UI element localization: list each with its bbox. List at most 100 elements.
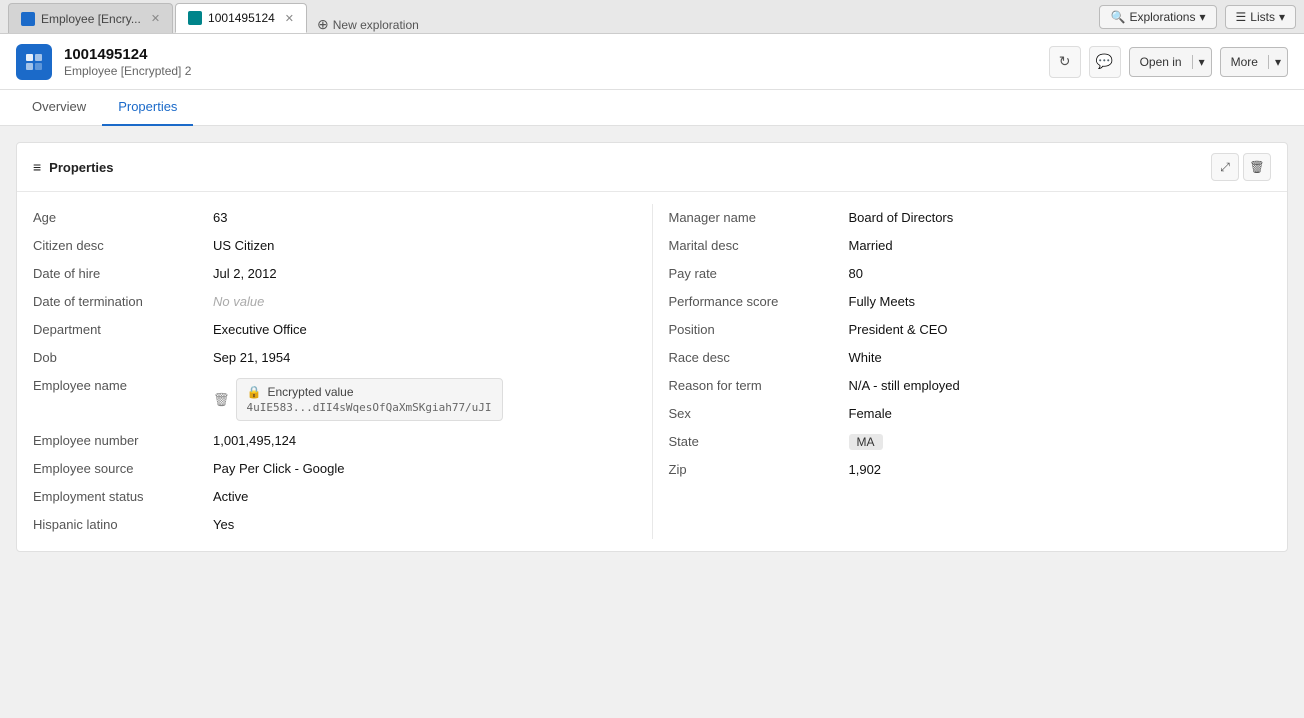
app-icon <box>16 44 52 80</box>
delete-card-button[interactable]: 🗑 <box>1243 153 1271 181</box>
prop-age: Age 63 <box>33 204 636 232</box>
prop-date-termination: Date of termination No value <box>33 288 636 316</box>
header-title: 1001495124 <box>64 46 191 63</box>
prop-label-manager-name: Manager name <box>669 210 849 225</box>
prop-value-reason-term: N/A - still employed <box>849 378 1272 393</box>
expand-icon: ⤢ <box>1220 160 1230 175</box>
prop-value-age: 63 <box>213 210 636 225</box>
prop-employee-name: Employee name 🗑 🔒 Encrypted value 4uIE58… <box>33 372 636 427</box>
prop-position: Position President & CEO <box>669 316 1272 344</box>
prop-label-date-termination: Date of termination <box>33 294 213 309</box>
prop-hispanic-latino: Hispanic latino Yes <box>33 511 636 539</box>
state-badge: MA <box>849 434 883 450</box>
card-header-right: ⤢ 🗑 <box>1211 153 1271 181</box>
prop-sex: Sex Female <box>669 400 1272 428</box>
props-col-left: Age 63 Citizen desc US Citizen Date of h… <box>17 204 652 539</box>
tab-icon-1001495124 <box>188 11 202 25</box>
tab-label-1001495124: 1001495124 <box>208 11 275 25</box>
explorations-label: Explorations <box>1129 10 1195 24</box>
tab-employee-encrypted[interactable]: Employee [Encry... ✕ <box>8 3 173 33</box>
trash-card-icon: 🗑 <box>1249 160 1264 174</box>
open-in-label: Open in <box>1130 55 1193 69</box>
prop-label-age: Age <box>33 210 213 225</box>
lists-icon: ☰ <box>1236 10 1247 24</box>
encrypted-container: 🗑 🔒 Encrypted value 4uIE583...dII4sWqesO… <box>213 378 636 421</box>
header-right: ↻ 💬 Open in ▾ More ▾ <box>1049 46 1288 78</box>
tab-bar: Employee [Encry... ✕ 1001495124 ✕ ⊕ New … <box>0 0 1304 34</box>
prop-zip: Zip 1,902 <box>669 456 1272 484</box>
prop-employee-source: Employee source Pay Per Click - Google <box>33 455 636 483</box>
chat-button[interactable]: 💬 <box>1089 46 1121 78</box>
prop-label-department: Department <box>33 322 213 337</box>
encrypted-box-header: 🔒 Encrypted value <box>247 385 492 399</box>
prop-value-date-hire: Jul 2, 2012 <box>213 266 636 281</box>
lists-button[interactable]: ☰ Lists ▾ <box>1225 5 1296 29</box>
tab-label-employee: Employee [Encry... <box>41 12 141 26</box>
more-label: More <box>1221 55 1269 69</box>
tab-overview-label: Overview <box>32 99 86 114</box>
prop-label-employment-status: Employment status <box>33 489 213 504</box>
prop-department: Department Executive Office <box>33 316 636 344</box>
new-exploration-icon: ⊕ <box>317 16 329 33</box>
tab-close-1001495124[interactable]: ✕ <box>285 12 294 25</box>
tab-properties[interactable]: Properties <box>102 90 193 126</box>
tab-overview[interactable]: Overview <box>16 90 102 126</box>
page-tabs: Overview Properties <box>0 90 1304 126</box>
prop-label-state: State <box>669 434 849 449</box>
open-in-chevron-icon[interactable]: ▾ <box>1193 55 1211 69</box>
tab-1001495124[interactable]: 1001495124 ✕ <box>175 3 307 33</box>
prop-value-performance-score: Fully Meets <box>849 294 1272 309</box>
prop-label-performance-score: Performance score <box>669 294 849 309</box>
prop-date-hire: Date of hire Jul 2, 2012 <box>33 260 636 288</box>
prop-state: State MA <box>669 428 1272 456</box>
trash-icon[interactable]: 🗑 <box>213 392 230 408</box>
prop-value-state: MA <box>849 434 1272 450</box>
header-title-block: 1001495124 Employee [Encrypted] 2 <box>64 46 191 78</box>
prop-label-citizen-desc: Citizen desc <box>33 238 213 253</box>
encrypted-code: 4uIE583...dII4sWqesOfQaXmSKgiah77/uJI <box>247 401 492 414</box>
properties-list-icon: ≡ <box>33 159 41 175</box>
tab-close-employee[interactable]: ✕ <box>151 12 160 25</box>
prop-label-date-hire: Date of hire <box>33 266 213 281</box>
prop-value-position: President & CEO <box>849 322 1272 337</box>
prop-label-race-desc: Race desc <box>669 350 849 365</box>
prop-label-employee-number: Employee number <box>33 433 213 448</box>
explorations-button[interactable]: 🔍 Explorations ▾ <box>1099 5 1216 29</box>
prop-value-pay-rate: 80 <box>849 266 1272 281</box>
prop-label-sex: Sex <box>669 406 849 421</box>
prop-value-citizen-desc: US Citizen <box>213 238 636 253</box>
explorations-chevron-icon: ▾ <box>1199 10 1205 24</box>
prop-employment-status: Employment status Active <box>33 483 636 511</box>
explorations-icon: 🔍 <box>1110 10 1125 24</box>
more-button[interactable]: More ▾ <box>1220 47 1288 77</box>
encrypted-box: 🔒 Encrypted value 4uIE583...dII4sWqesOfQ… <box>236 378 503 421</box>
new-exploration-label: New exploration <box>333 18 419 32</box>
card-title: Properties <box>49 160 113 175</box>
lock-icon: 🔒 <box>247 385 262 399</box>
refresh-button[interactable]: ↻ <box>1049 46 1081 78</box>
props-col-right: Manager name Board of Directors Marital … <box>652 204 1288 539</box>
prop-label-employee-name: Employee name <box>33 378 213 393</box>
tab-bar-right: 🔍 Explorations ▾ ☰ Lists ▾ <box>1099 5 1296 29</box>
prop-citizen-desc: Citizen desc US Citizen <box>33 232 636 260</box>
prop-value-date-termination: No value <box>213 294 636 309</box>
card-header: ≡ Properties ⤢ 🗑 <box>17 143 1287 192</box>
header-subtitle: Employee [Encrypted] 2 <box>64 64 191 78</box>
header-left: 1001495124 Employee [Encrypted] 2 <box>16 44 191 80</box>
open-in-button[interactable]: Open in ▾ <box>1129 47 1212 77</box>
more-chevron-icon[interactable]: ▾ <box>1269 55 1287 69</box>
prop-value-zip: 1,902 <box>849 462 1272 477</box>
main-content: ≡ Properties ⤢ 🗑 Age 63 Citizen <box>0 126 1304 718</box>
prop-value-department: Executive Office <box>213 322 636 337</box>
prop-label-dob: Dob <box>33 350 213 365</box>
prop-value-race-desc: White <box>849 350 1272 365</box>
prop-employee-number: Employee number 1,001,495,124 <box>33 427 636 455</box>
prop-value-hispanic-latino: Yes <box>213 517 636 532</box>
properties-card: ≡ Properties ⤢ 🗑 Age 63 Citizen <box>16 142 1288 552</box>
new-exploration-tab[interactable]: ⊕ New exploration <box>309 16 427 33</box>
prop-dob: Dob Sep 21, 1954 <box>33 344 636 372</box>
tab-icon-employee <box>21 12 35 26</box>
prop-marital-desc: Marital desc Married <box>669 232 1272 260</box>
header: 1001495124 Employee [Encrypted] 2 ↻ 💬 Op… <box>0 34 1304 90</box>
expand-button[interactable]: ⤢ <box>1211 153 1239 181</box>
